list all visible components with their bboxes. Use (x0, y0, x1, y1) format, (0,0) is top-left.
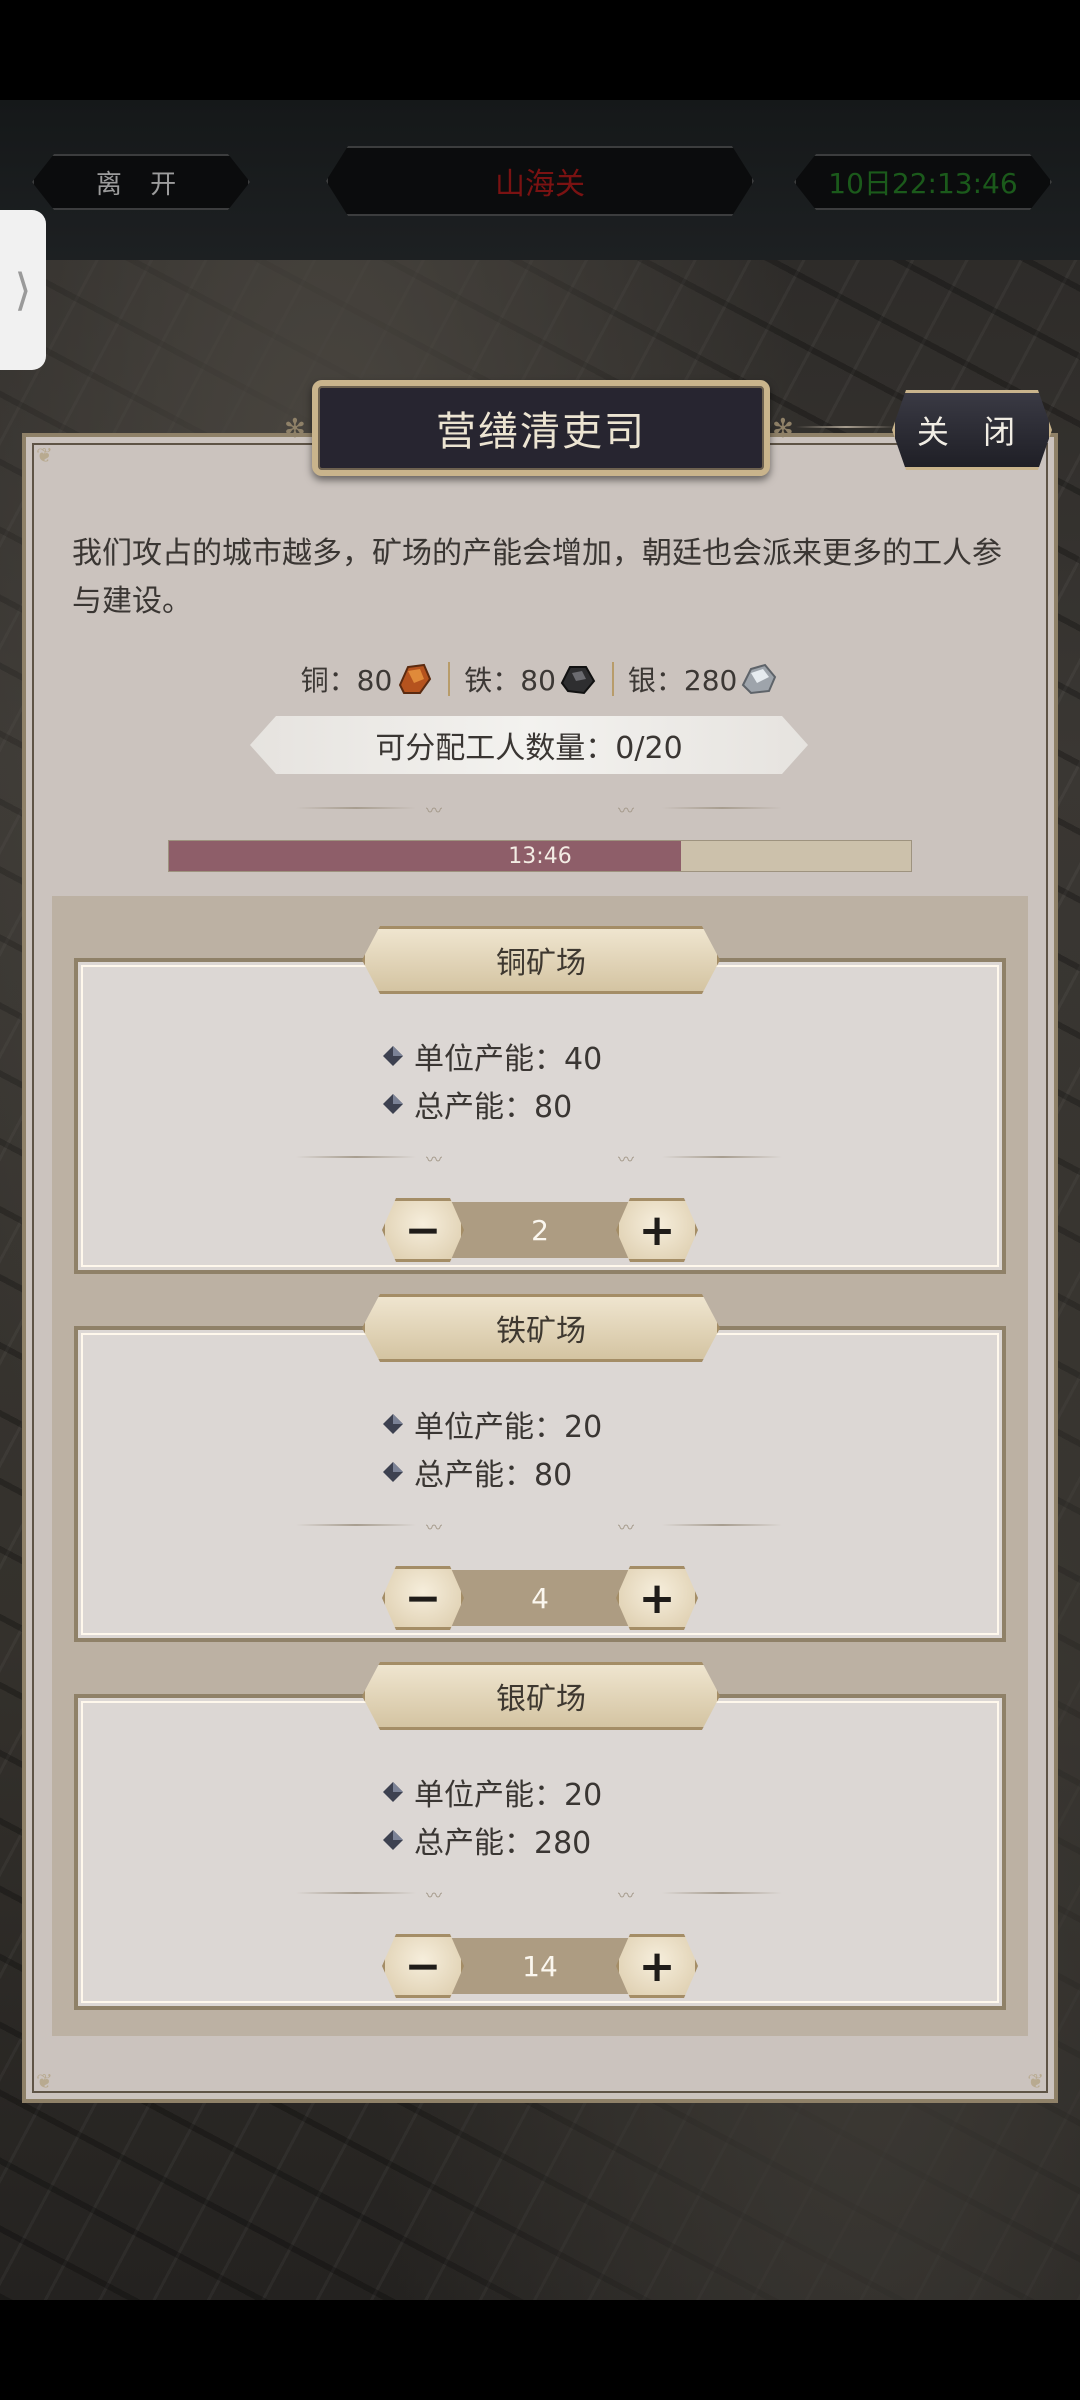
resource-copper-label: 铜：80 (300, 664, 393, 697)
diamond-bullet-icon (383, 1830, 403, 1850)
title-divider (796, 426, 896, 428)
diamond-bullet-icon (383, 1094, 403, 1114)
increase-workers-button[interactable]: + (616, 1934, 698, 1998)
total-output-text: 总产能：80 (414, 1090, 573, 1125)
panel-title: 营缮清吏司 (312, 380, 770, 476)
diamond-bullet-icon (383, 1782, 403, 1802)
minus-icon: − (404, 1204, 442, 1256)
iron-total-output: 总产能：80 (382, 1450, 572, 1494)
city-name: 山海关 (495, 167, 585, 202)
copper-ore-icon (399, 663, 432, 694)
copper-worker-stepper: 2 − + (382, 1198, 698, 1262)
flourish-icon: 〰 (426, 1886, 443, 1905)
flourish-icon: 〰 (426, 1150, 443, 1169)
divider-ornament (296, 1892, 416, 1894)
title-ornament-icon: ✻ (284, 414, 306, 444)
plus-icon: + (638, 1940, 676, 1992)
resource-iron-label: 铁：80 (464, 664, 556, 697)
diamond-bullet-icon (383, 1462, 403, 1482)
leave-button[interactable]: 离 开 (32, 154, 250, 210)
diamond-bullet-icon (383, 1414, 403, 1434)
plus-icon: + (638, 1204, 676, 1256)
title-ornament-icon: ✻ (772, 414, 794, 444)
iron-mine-title: 铁矿场 (362, 1294, 720, 1362)
corner-ornament-icon: ❦ (36, 2069, 53, 2093)
city-name-plate: 山海关 (326, 146, 754, 216)
flourish-icon: 〰 (618, 1886, 635, 1905)
close-button[interactable]: 关 闭 (892, 390, 1052, 470)
available-workers-text: 可分配工人数量：0/20 (375, 731, 683, 766)
decrease-workers-button[interactable]: − (382, 1566, 464, 1630)
unit-output-text: 单位产能：20 (414, 1410, 603, 1445)
silver-worker-stepper: 14 − + (382, 1934, 698, 1998)
iron-unit-output: 单位产能：20 (382, 1402, 602, 1446)
available-workers-banner: 可分配工人数量：0/20 (250, 716, 808, 774)
diamond-bullet-icon (383, 1046, 403, 1066)
flourish-icon: 〰 (618, 1150, 635, 1169)
flourish-icon: 〰 (426, 1518, 443, 1537)
copper-unit-output: 单位产能：40 (382, 1034, 602, 1078)
side-drawer-tab[interactable]: ⟩ (0, 210, 46, 370)
unit-output-text: 单位产能：20 (414, 1778, 603, 1813)
flourish-icon: 〰 (618, 1518, 635, 1537)
decrease-workers-button[interactable]: − (382, 1934, 464, 1998)
corner-ornament-icon: ❦ (36, 443, 53, 467)
flourish-icon: 〰 (426, 801, 443, 820)
production-progress-bar: 13:46 (168, 840, 912, 872)
leave-label: 离 开 (95, 169, 187, 200)
mine-name: 银矿场 (496, 1682, 586, 1717)
copper-mine-title: 铜矿场 (362, 926, 720, 994)
minus-icon: − (404, 1940, 442, 1992)
divider-ornament (662, 1892, 782, 1894)
close-label: 关 闭 (916, 413, 1028, 451)
silver-ore-icon (742, 663, 777, 695)
mine-name: 铜矿场 (496, 946, 586, 981)
increase-workers-button[interactable]: + (616, 1198, 698, 1262)
game-clock: 10日22:13:46 (794, 154, 1052, 210)
resource-silver: 银：280 (614, 659, 793, 699)
decrease-workers-button[interactable]: − (382, 1198, 464, 1262)
clock-text: 10日22:13:46 (828, 167, 1018, 200)
progress-timer: 13:46 (508, 843, 572, 869)
total-output-text: 总产能：80 (414, 1458, 573, 1493)
panel-title-text: 营缮清吏司 (436, 409, 646, 455)
corner-ornament-icon: ❦ (1027, 2069, 1044, 2093)
divider-ornament (296, 1524, 416, 1526)
unit-output-text: 单位产能：40 (414, 1042, 603, 1077)
divider-ornament (296, 1156, 416, 1158)
plus-icon: + (638, 1572, 676, 1624)
resource-copper: 铜：80 (287, 659, 449, 699)
resource-silver-label: 银：280 (627, 664, 738, 697)
bottom-bar (0, 2302, 1080, 2400)
minus-icon: − (404, 1572, 442, 1624)
resource-iron: 铁：80 (450, 659, 612, 699)
iron-ore-icon (560, 666, 596, 695)
resource-summary: 铜：80 铁：80 银：280 (0, 655, 1080, 703)
silver-unit-output: 单位产能：20 (382, 1770, 602, 1814)
divider-ornament (296, 807, 416, 809)
silver-total-output: 总产能：280 (382, 1818, 591, 1862)
total-output-text: 总产能：280 (414, 1826, 592, 1861)
copper-total-output: 总产能：80 (382, 1082, 572, 1126)
chevron-right-icon: ⟩ (14, 264, 32, 316)
panel-description: 我们攻占的城市越多，矿场的产能会增加，朝廷也会派来更多的工人参与建设。 (72, 536, 1002, 619)
divider-ornament (662, 1156, 782, 1158)
silver-mine-title: 银矿场 (362, 1662, 720, 1730)
mine-name: 铁矿场 (496, 1314, 586, 1349)
iron-worker-stepper: 4 − + (382, 1566, 698, 1630)
flourish-icon: 〰 (618, 801, 635, 820)
increase-workers-button[interactable]: + (616, 1566, 698, 1630)
game-screen: 离 开 山海关 10日22:13:46 ⟩ ❦ ❦ ❦ ❦ ✻ ✻ 营缮清吏司 … (0, 0, 1080, 2400)
divider-ornament (662, 1524, 782, 1526)
divider-ornament (662, 807, 782, 809)
